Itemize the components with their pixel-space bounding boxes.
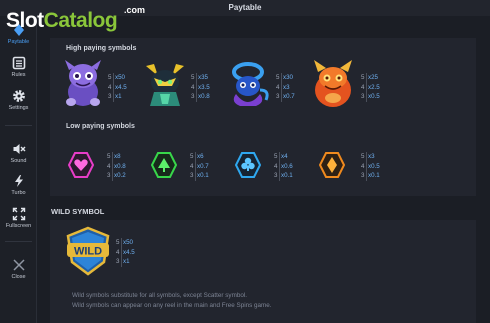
wild-label: WILD [74, 246, 102, 258]
orange-monster-icon [314, 60, 352, 107]
pay-row: 5 x25 [361, 74, 378, 81]
pays-diamond: 5 x3 4 x0.5 3 x0.1 [361, 152, 380, 181]
wild-description-line: Wild symbols can appear on any reel in t… [72, 301, 272, 309]
logo-text: Catalog [43, 9, 118, 32]
close-icon [12, 259, 25, 271]
gear-icon [12, 90, 25, 102]
pays-blue-monster: 5 x30 4 x3 3 x0.7 [276, 73, 295, 102]
pay-row: 4 x2.5 [361, 83, 380, 91]
sidebar-item-settings[interactable]: Settings [0, 89, 37, 111]
pay-row: 5 x3 [361, 153, 375, 160]
clover-icon [235, 152, 261, 178]
pay-row: 4 x3.5 [191, 83, 210, 91]
diamond-icon [319, 152, 345, 178]
wild-description: Wild symbols substitute for all symbols,… [72, 291, 272, 310]
pay-row: 4 x0.8 [107, 162, 126, 170]
green-monster-symbol [142, 60, 188, 110]
pays-divider [195, 152, 196, 181]
pay-row: 3 x1 [116, 258, 130, 265]
sidebar-item-close[interactable]: Close [0, 258, 37, 280]
pay-row: 3 x0.5 [361, 93, 380, 100]
club-icon [151, 152, 177, 178]
sidebar-item-label: Sound [10, 158, 27, 164]
pay-row: 5 x4 [274, 153, 288, 160]
sidebar-item-sound[interactable]: Sound [0, 142, 37, 164]
sidebar-item-rules[interactable]: Rules [0, 56, 37, 78]
clover-symbol [235, 151, 261, 179]
pays-orange-monster: 5 x25 4 x2.5 3 x0.5 [361, 73, 380, 102]
logo-text: Slot [6, 9, 44, 32]
purple-monster-symbol [59, 58, 107, 110]
wild-symbol: WILD [64, 226, 112, 276]
pay-row: 5 x8 [107, 153, 121, 160]
pays-divider [279, 152, 280, 181]
fullscreen-icon [12, 207, 25, 221]
pay-row: 3 x1 [108, 93, 122, 100]
pay-row: 4 x0.5 [361, 162, 380, 170]
pay-row: 4 x3 [276, 83, 290, 91]
pay-row: 3 x0.8 [191, 93, 210, 100]
high-paying-title: High paying symbols [66, 45, 137, 52]
wild-description-line: Wild symbols substitute for all symbols,… [72, 292, 247, 299]
wild-section-title: WILD SYMBOL [51, 207, 105, 216]
list-icon [12, 56, 25, 70]
orange-monster-symbol [308, 58, 358, 110]
pay-row: 3 x0.7 [276, 93, 295, 100]
sidebar-item-label: Close [11, 274, 26, 280]
lightning-icon [14, 175, 23, 187]
pay-row: 3 x0.1 [190, 172, 209, 179]
wild-icon: WILD [66, 226, 110, 276]
pays-heart: 5 x8 4 x0.8 3 x0.2 [107, 152, 126, 181]
pay-row: 5 x35 [191, 74, 208, 81]
pays-divider [281, 73, 282, 102]
pays-clover: 5 x4 4 x0.6 3 x0.1 [274, 152, 293, 181]
slotcatalog-logo: SlotCatalog .com [6, 5, 145, 35]
pays-divider [113, 73, 114, 102]
pay-row: 5 x6 [190, 153, 204, 160]
pay-row: 4 x0.6 [274, 162, 293, 170]
pay-row: 5 x50 [108, 74, 125, 81]
pay-row: 4 x4.5 [108, 83, 127, 91]
heart-icon [68, 152, 94, 178]
sidebar-divider [5, 241, 32, 242]
sidebar-item-turbo[interactable]: Turbo [0, 174, 37, 196]
diamond-symbol [319, 151, 345, 179]
pays-club: 5 x6 4 x0.7 3 x0.1 [190, 152, 209, 181]
pay-row: 3 x0.2 [107, 172, 126, 179]
pays-green-monster: 5 x35 4 x3.5 3 x0.8 [191, 73, 210, 102]
sidebar-item-label: Paytable [7, 39, 30, 45]
sidebar-divider [5, 125, 32, 126]
pay-row: 5 x30 [276, 74, 293, 81]
club-symbol [151, 151, 177, 179]
pays-wild: 5 x50 4 x4.5 3 x1 [116, 238, 135, 267]
blue-monster-symbol [226, 60, 272, 110]
pays-divider [366, 73, 367, 102]
pays-divider [112, 152, 113, 181]
low-paying-title: Low paying symbols [66, 123, 135, 130]
sidebar: Paytable Rules Settings Sound Turbo Full… [0, 16, 37, 323]
pay-row: 3 x0.1 [274, 172, 293, 179]
pays-purple-monster: 5 x50 4 x4.5 3 x1 [108, 73, 127, 102]
logo-suffix: .com [124, 5, 146, 15]
pay-row: 4 x4.5 [116, 248, 135, 256]
heart-symbol [68, 151, 94, 179]
sidebar-item-label: Fullscreen [5, 223, 32, 229]
speaker-muted-icon [13, 144, 25, 154]
pay-row: 4 x0.7 [190, 162, 209, 170]
purple-monster-icon [65, 60, 101, 106]
sidebar-item-fullscreen[interactable]: Fullscreen [0, 207, 37, 229]
sidebar-item-label: Rules [11, 72, 26, 78]
pays-divider [366, 152, 367, 181]
green-monster-icon [146, 64, 184, 106]
pay-row: 3 x0.1 [361, 172, 380, 179]
pays-divider [196, 73, 197, 102]
pays-divider [121, 238, 122, 267]
sidebar-item-label: Settings [8, 105, 29, 111]
blue-monster-icon [232, 62, 269, 106]
pay-row: 5 x50 [116, 239, 133, 246]
sidebar-item-label: Turbo [11, 190, 26, 196]
scrollbar[interactable] [484, 16, 490, 323]
